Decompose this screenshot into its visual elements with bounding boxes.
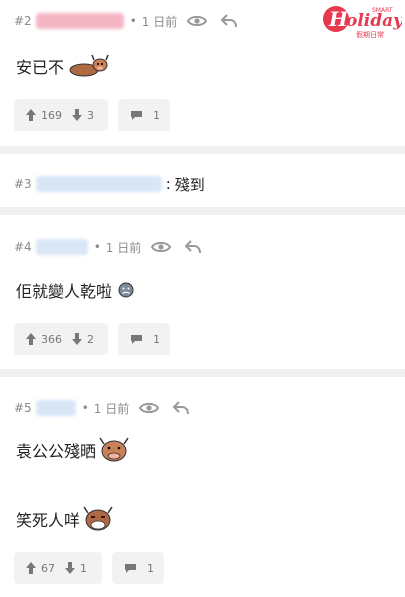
cow-emoji-icon [83,506,113,531]
vote-button[interactable]: 67 1 [14,552,102,584]
post-text: 佢就變人乾啦 [16,282,113,301]
post-separator [0,207,405,215]
post-time: 1 日前 [105,240,142,255]
eye-icon[interactable] [187,14,208,28]
arrow-down-icon [72,109,82,121]
svg-text:oliday: oliday [346,11,402,31]
arrow-up-icon [26,109,36,121]
username-blurred[interactable] [35,176,162,192]
username-blurred[interactable] [35,13,124,29]
separator-dot: • [81,401,89,415]
vote-button[interactable]: 169 3 [14,99,108,131]
arrow-down-icon [65,562,75,574]
reply-count-button[interactable]: 1 [112,552,164,584]
comment-colon: : [165,175,171,193]
post-3-meta: #3 : 殘到 [14,174,205,194]
post-text: 笑死人咩 [16,511,81,530]
post-text: 袁公公殘晒 [16,442,97,461]
svg-text:假期日常: 假期日常 [356,30,384,39]
post-number: #3 [14,177,32,191]
reply-arrow-icon[interactable] [221,14,238,28]
eye-icon[interactable] [151,240,172,254]
upvote-count: 169 [41,108,62,122]
arrow-up-icon [26,562,36,574]
separator-dot: • [93,240,101,254]
reply-count-button[interactable]: 1 [118,99,170,131]
post-4-meta: #4 • 1 日前 [14,237,202,257]
post-time: 1 日前 [93,401,130,416]
downvote-count: 3 [87,108,94,122]
post-separator [0,369,405,377]
post-5-body-line-2: 笑死人咩 [16,505,114,533]
reply-count: 1 [153,108,160,122]
post-time: 1 日前 [141,14,178,29]
vote-button[interactable]: 366 2 [14,323,108,355]
speech-bubble-icon [131,334,142,344]
post-2-meta: #2 • 1 日前 [14,11,238,31]
arrow-up-icon [26,333,36,345]
svg-text:SMART: SMART [372,7,393,14]
eye-icon[interactable] [139,401,160,415]
upvote-count: 366 [41,332,62,346]
downvote-count: 1 [80,561,87,575]
post-number: #2 [14,14,32,28]
post-number: #4 [14,240,32,254]
cow-emoji-icon [69,54,109,77]
holiday-smart-logo: H oliday SMART 假期日常 [323,6,402,39]
reply-arrow-icon[interactable] [173,401,190,415]
reply-arrow-icon[interactable] [185,240,202,254]
reply-count: 1 [147,561,154,575]
post-number: #5 [14,401,32,415]
post-5-meta: #5 • 1 日前 [14,398,190,418]
speech-bubble-icon [125,563,136,573]
cow-emoji-icon [99,437,129,462]
reply-count-button[interactable]: 1 [118,323,170,355]
reply-count: 1 [153,332,160,346]
post-5-body-line-1: 袁公公殘晒 [16,436,130,464]
username-blurred[interactable] [35,239,88,255]
post-separator [0,146,405,154]
sad-face-emoji-icon [118,282,134,298]
post-4-body: 佢就變人乾啦 [16,279,134,301]
separator-dot: • [129,14,137,28]
username-blurred[interactable] [35,400,76,416]
post-text: 安已不 [16,58,65,77]
speech-bubble-icon [131,110,142,120]
post-2-body: 安已不 [16,54,110,78]
collapsed-comment: 殘到 [174,175,205,194]
upvote-count: 67 [41,561,55,575]
arrow-down-icon [72,333,82,345]
downvote-count: 2 [87,332,94,346]
